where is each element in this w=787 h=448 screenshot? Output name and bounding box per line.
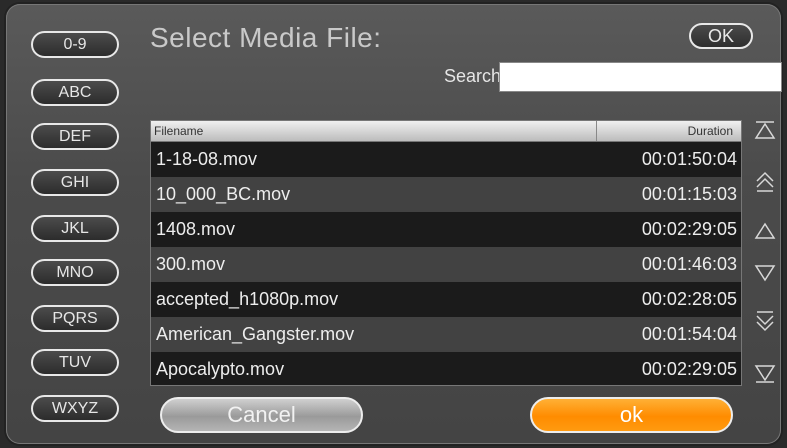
search-input[interactable]	[499, 62, 782, 92]
scroll-bottom-icon[interactable]	[752, 361, 778, 387]
letter-filter-wxyz[interactable]: WXYZ	[31, 395, 119, 422]
scroll-top-icon[interactable]	[752, 117, 778, 143]
duration-cell: 00:01:46:03	[641, 254, 737, 274]
duration-cell: 00:02:28:05	[641, 289, 737, 309]
table-body: 1-18-08.mov 00:01:50:04 10_000_BC.mov 00…	[151, 142, 741, 385]
letter-filter-pqrs[interactable]: PQRS	[31, 305, 119, 332]
filename-cell: Apocalypto.mov	[156, 359, 285, 379]
duration-cell: 00:01:15:03	[641, 184, 737, 204]
letter-filter-def[interactable]: DEF	[31, 123, 119, 150]
letter-filter-mno[interactable]: MNO	[31, 259, 119, 286]
letter-filter-jkl[interactable]: JKL	[31, 215, 119, 242]
cancel-button[interactable]: Cancel	[160, 397, 363, 433]
file-table: Filename Duration 1-18-08.mov 00:01:50:0…	[150, 120, 742, 386]
table-row[interactable]: 10_000_BC.mov 00:01:15:03	[151, 177, 741, 212]
page-down-icon[interactable]	[752, 308, 778, 334]
table-row[interactable]: Apocalypto.mov 00:02:29:05	[151, 352, 741, 385]
filename-cell: 1408.mov	[156, 219, 236, 239]
filename-cell: accepted_h1080p.mov	[156, 289, 339, 309]
ok-button[interactable]: ok	[530, 397, 733, 433]
dialog-title: Select Media File:	[150, 22, 382, 53]
filename-cell: 10_000_BC.mov	[156, 184, 291, 204]
letter-filter-0-9[interactable]: 0-9	[31, 31, 119, 58]
duration-cell: 00:02:29:05	[641, 359, 737, 379]
duration-cell: 00:01:54:04	[641, 324, 737, 344]
table-header: Filename Duration	[151, 121, 741, 142]
ok-top-button[interactable]: OK	[689, 23, 753, 49]
page-up-icon[interactable]	[752, 169, 778, 195]
table-row[interactable]: 300.mov 00:01:46:03	[151, 247, 741, 282]
table-row[interactable]: accepted_h1080p.mov 00:02:28:05	[151, 282, 741, 317]
column-header-duration[interactable]: Duration	[597, 121, 741, 141]
filename-cell: 300.mov	[156, 254, 226, 274]
letter-filter-tuv[interactable]: TUV	[31, 349, 119, 376]
duration-cell: 00:01:50:04	[641, 149, 737, 169]
search-label: Search:	[444, 66, 507, 86]
line-up-icon[interactable]	[752, 218, 778, 244]
letter-filter-ghi[interactable]: GHI	[31, 169, 119, 196]
duration-cell: 00:02:29:05	[641, 219, 737, 239]
filename-cell: 1-18-08.mov	[156, 149, 258, 169]
letter-filter-abc[interactable]: ABC	[31, 79, 119, 106]
filename-cell: American_Gangster.mov	[156, 324, 355, 344]
table-row[interactable]: American_Gangster.mov 00:01:54:04	[151, 317, 741, 352]
column-header-filename[interactable]: Filename	[151, 121, 597, 141]
line-down-icon[interactable]	[752, 260, 778, 286]
table-row[interactable]: 1-18-08.mov 00:01:50:04	[151, 142, 741, 177]
table-row[interactable]: 1408.mov 00:02:29:05	[151, 212, 741, 247]
